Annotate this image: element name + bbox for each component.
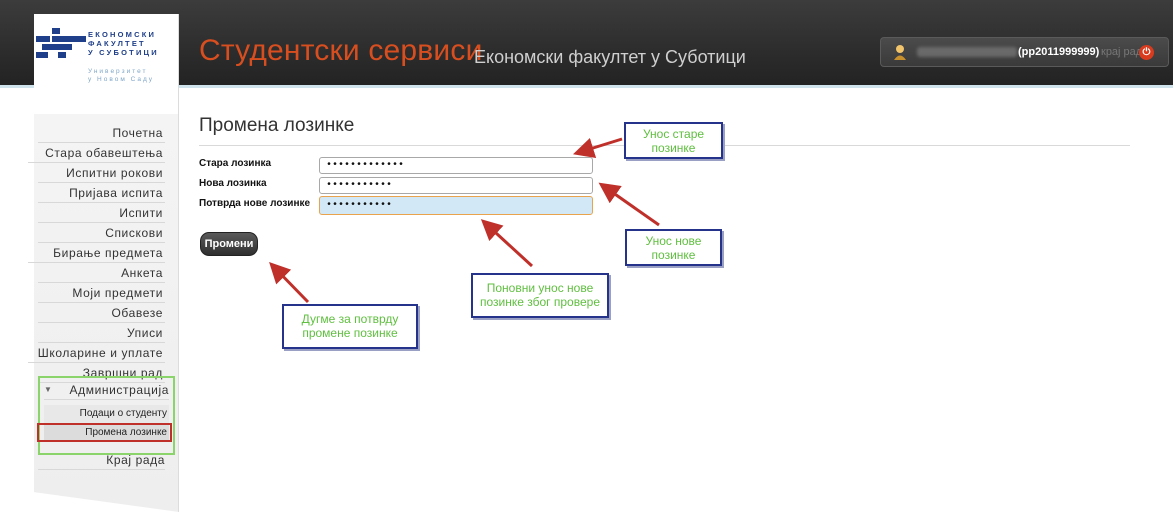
logo-mark-icon [36,28,86,58]
arrow-new [598,182,660,227]
sidebar-item-old-notices[interactable]: Стара обавештења [28,143,165,163]
app-title: Студентски сервиси [199,34,483,67]
submenu-student-data[interactable]: Подаци о студенту [44,405,169,423]
callout-submit-button: Дугме за потврду промене позинке [282,304,418,349]
user-panel: (pp2011999999) крај рада ⏻ [880,37,1169,67]
user-icon [894,45,906,60]
sidebar-item-home[interactable]: Почетна [38,123,165,143]
sidebar-menu: Почетна Стара обавештења Испитни рокови … [28,123,165,383]
arrow-button [269,261,310,304]
user-id: (pp2011999999) [1018,46,1100,58]
new-password-label: Нова лозинка [199,178,267,189]
power-icon[interactable]: ⏻ [1139,45,1154,60]
confirm-password-label: Потврда нове лозинке [199,198,311,209]
sidebar-item-obligations[interactable]: Обавезе [38,303,165,323]
faculty-logo: ЕКОНОМСКИ ФАКУЛТЕТ У СУБОТИЦИ Универзите… [36,24,176,94]
sidebar-item-exams[interactable]: Испити [38,203,165,223]
sidebar-item-lists[interactable]: Спискови [38,223,165,243]
callout-old-password: Унос старе позинке [624,122,723,159]
sidebar-item-label: Администрација [69,383,169,397]
sidebar-item-exam-registration[interactable]: Пријава испита [38,183,165,203]
user-name-blurred [917,47,1017,57]
arrow-confirm [480,219,534,268]
sidebar-item-tuition[interactable]: Школарине и уплате [28,343,165,363]
sidebar-item-logout[interactable]: Крај рада [38,450,165,470]
sidebar-item-survey[interactable]: Анкета [38,263,165,283]
arrow-old [572,137,623,159]
active-item-highlight [37,423,172,442]
new-password-field[interactable] [319,177,593,194]
old-password-label: Стара лозинка [199,158,272,169]
callout-confirm-password: Поновни унос нове позинке због провере [471,273,609,318]
caret-down-icon: ▼ [44,385,53,394]
sidebar-item-enrollments[interactable]: Уписи [38,323,165,343]
app-subtitle: Економски факултет у Суботици [474,47,746,67]
logo-university: Универзитет у Новом Саду [88,68,155,83]
sidebar-item-exam-periods[interactable]: Испитни рокови [38,163,165,183]
sidebar-admin-group: ▼ Администрација Подаци о студенту Проме… [38,376,175,455]
sidebar-item-course-selection[interactable]: Бирање предмета [28,243,165,263]
change-password-button[interactable]: Промени [200,232,258,256]
sidebar-item-my-courses[interactable]: Моји предмети [38,283,165,303]
confirm-password-field[interactable] [319,196,593,215]
page-title: Промена лозинке [199,115,355,136]
logo-text: ЕКОНОМСКИ ФАКУЛТЕТ У СУБОТИЦИ [88,30,159,57]
callout-new-password: Унос нове позинке [625,229,722,266]
old-password-field[interactable] [319,157,593,174]
sidebar-item-administration[interactable]: ▼ Администрација [44,380,169,400]
